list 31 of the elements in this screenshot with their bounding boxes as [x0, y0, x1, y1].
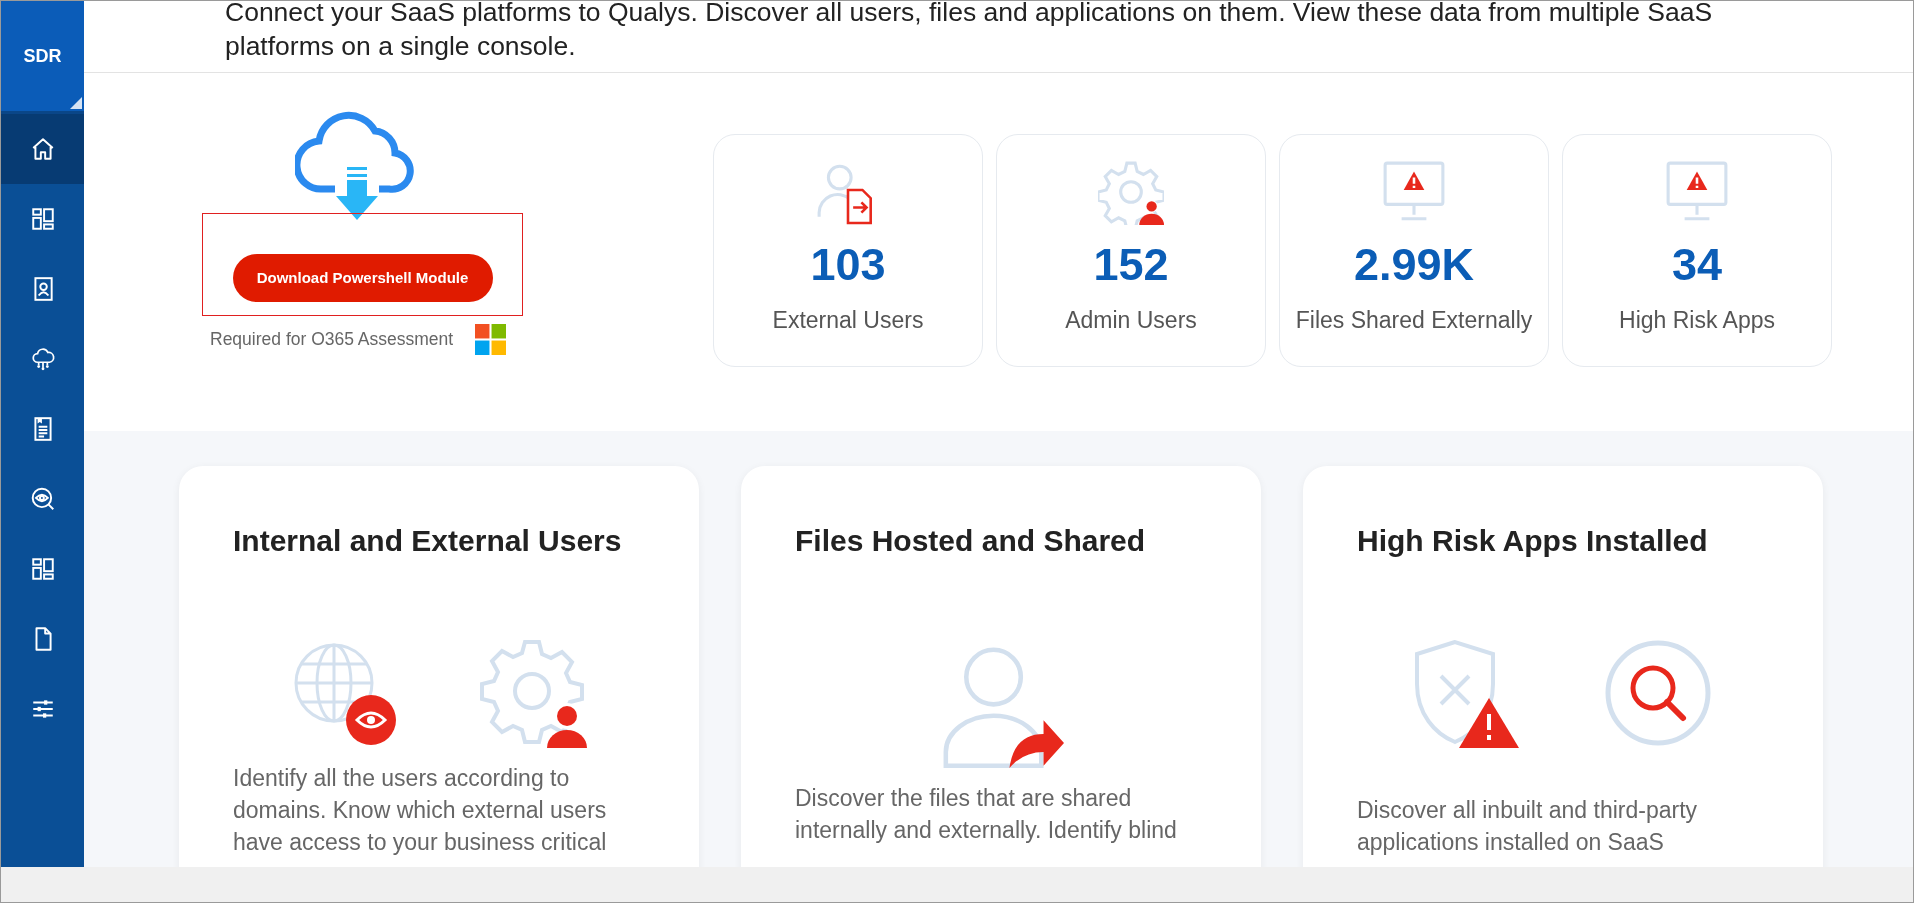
sidebar-item[interactable]: [1, 114, 84, 184]
stat-card[interactable]: 103 External Users: [713, 134, 983, 367]
stat-label: Files Shared Externally: [1295, 307, 1533, 334]
dashboard-icon: [29, 206, 56, 232]
card-title: Files Hosted and Shared: [795, 524, 1147, 558]
stat-value: 103: [810, 239, 886, 291]
card-description: Identify all the users according to domains. Know which external users have access to your business critical: [233, 764, 608, 857]
requirement-note: Required for O365 Assessment: [210, 329, 454, 350]
gear-user-icon: [479, 638, 589, 748]
cloud-network-icon: [29, 346, 56, 372]
stat-label: External Users: [772, 307, 924, 334]
download-button[interactable]: Download Powershell Module: [232, 253, 493, 302]
stat-value: 34: [1671, 239, 1723, 291]
intro-text: Connect your SaaS platforms to Qualys. Discover all users, files and applications on them. View these data from multiple SaaS platforms on a single console.: [225, 1, 1714, 63]
card-title: Internal and External Users: [233, 524, 623, 558]
gear-user-icon: [1098, 159, 1164, 225]
stat-card[interactable]: 34 High Risk Apps: [1562, 134, 1832, 367]
stat-value: 2.99K: [1353, 239, 1475, 291]
stat-label: High Risk Apps: [1619, 307, 1775, 334]
app-logo[interactable]: SDR: [1, 1, 84, 111]
card-description: Discover the files that are shared internally and externally. Identify blind: [795, 784, 1178, 845]
eye-search-icon: [29, 486, 56, 512]
card-title: High Risk Apps Installed: [1357, 524, 1709, 558]
stat-card[interactable]: 152 Admin Users: [996, 134, 1266, 367]
windows-logo-icon: [475, 324, 507, 355]
stat-card[interactable]: 2.99K Files Shared Externally: [1279, 134, 1549, 367]
card-description: Discover all inbuilt and third-party applications installed on SaaS: [1357, 796, 1699, 857]
dashboard-icon: [29, 556, 56, 582]
search-icon: [1603, 638, 1713, 748]
stat-value: 152: [1093, 239, 1169, 291]
stat-label: Admin Users: [1065, 307, 1197, 334]
